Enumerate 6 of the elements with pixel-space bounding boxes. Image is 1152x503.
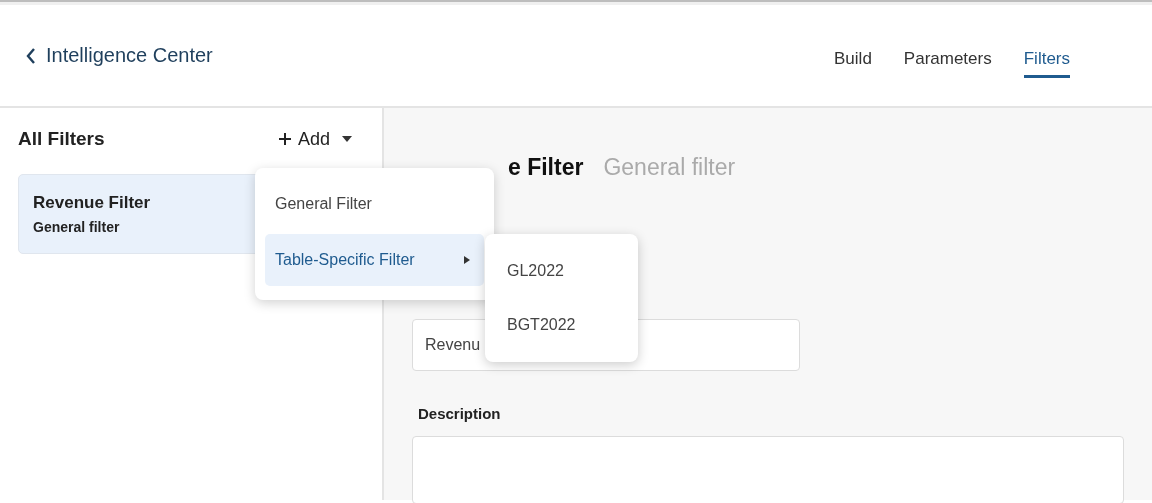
filter-type: General filter bbox=[33, 219, 120, 235]
filter-title: e Filter bbox=[508, 154, 584, 181]
filter-subtitle: General filter bbox=[603, 154, 736, 181]
panel-title: All Filters bbox=[18, 128, 105, 150]
field-label: Description bbox=[417, 405, 502, 422]
filter-name: Revenue Filter bbox=[33, 193, 151, 213]
